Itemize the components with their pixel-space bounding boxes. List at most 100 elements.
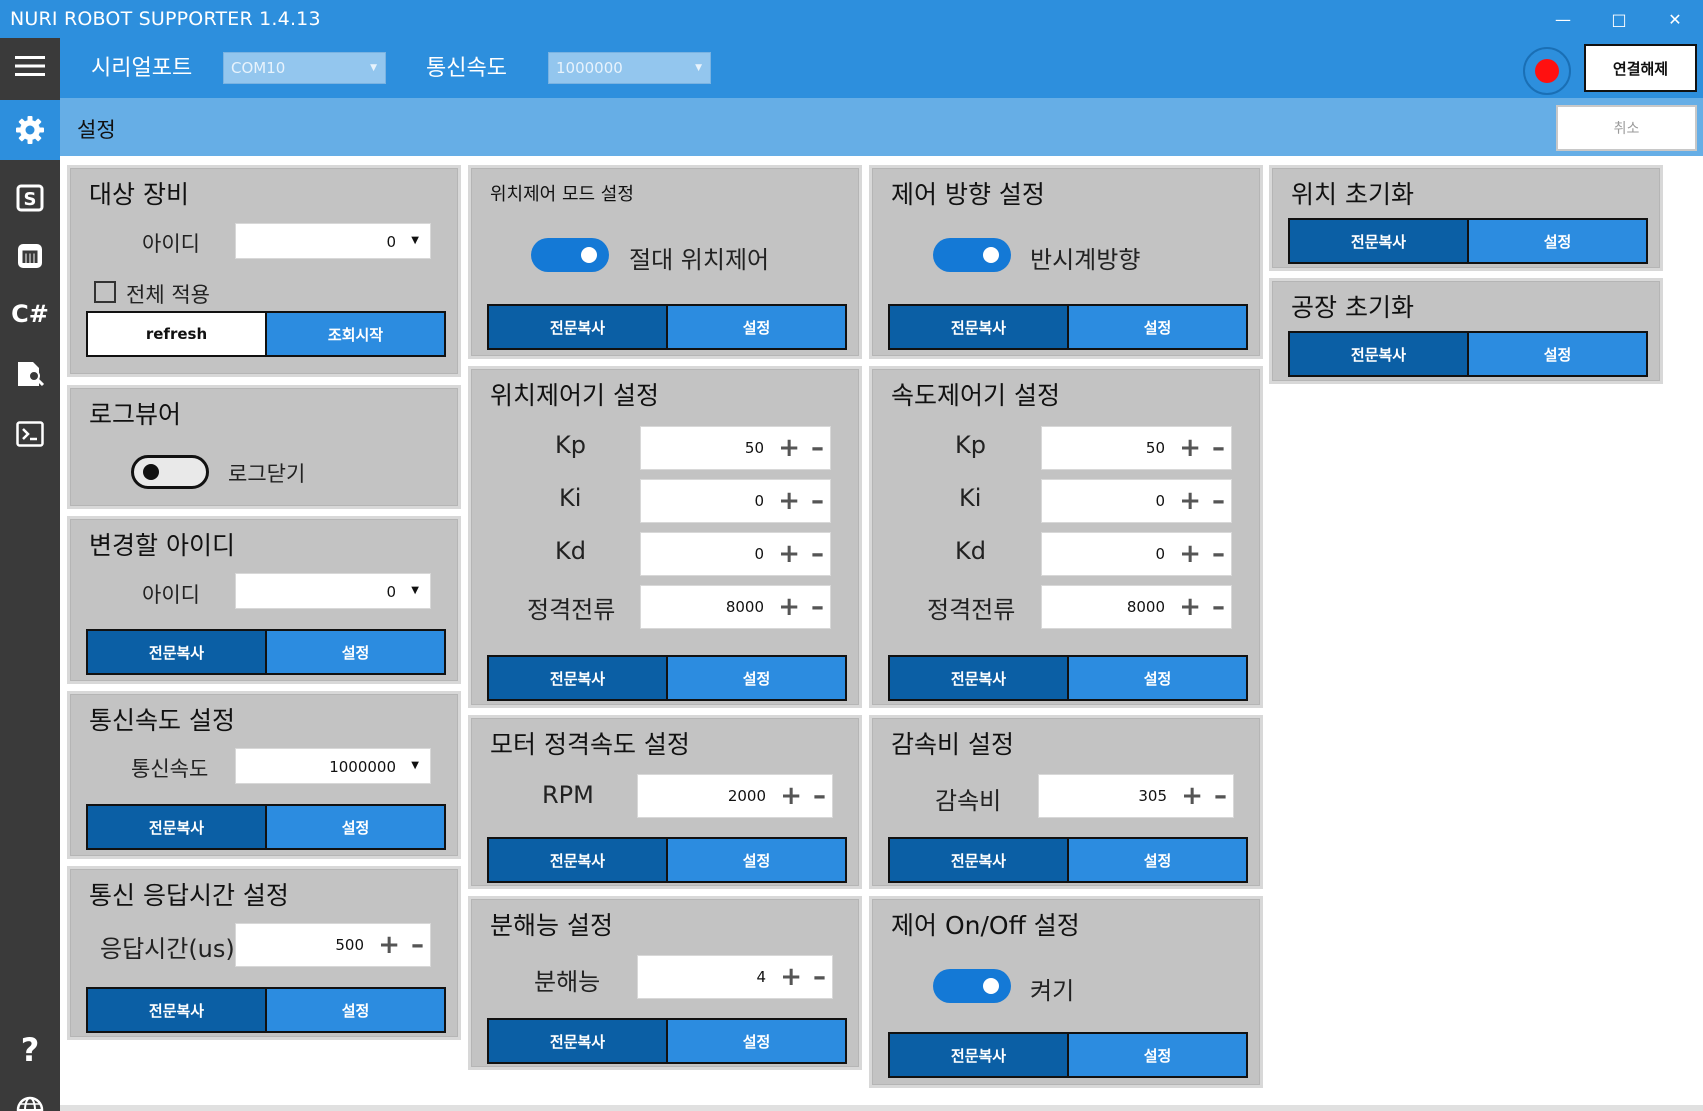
set-button[interactable]: 설정 [1069,657,1246,699]
minus-icon[interactable]: – [1214,781,1227,811]
kd-field[interactable]: 0 + – [640,532,831,576]
set-button[interactable]: 설정 [1069,839,1246,881]
minus-icon[interactable]: – [813,781,826,811]
direction-toggle[interactable] [933,238,1011,272]
set-button[interactable]: 설정 [1469,220,1646,262]
set-button[interactable]: 설정 [668,657,845,699]
minus-icon[interactable]: – [1212,539,1225,569]
resolution-buttons: 전문복사 설정 [487,1018,847,1064]
set-button[interactable]: 설정 [267,989,444,1031]
plus-icon[interactable]: + [1179,539,1201,569]
sidebar: S C# ? [0,38,60,1111]
copy-button[interactable]: 전문복사 [489,1020,668,1062]
set-button[interactable]: 설정 [1069,1034,1246,1076]
kp-field[interactable]: 50 + – [1041,426,1232,470]
copy-button[interactable]: 전문복사 [1290,333,1469,375]
rpm-field[interactable]: 2000 + – [637,774,833,818]
set-button[interactable]: 설정 [267,631,444,673]
change-id-select[interactable]: 0 ▼ [235,573,431,609]
panel-title: 분해능 설정 [490,911,613,940]
minus-icon[interactable]: – [811,539,824,569]
ki-field[interactable]: 0 + – [640,479,831,523]
set-button[interactable]: 설정 [668,839,845,881]
minus-icon[interactable]: – [811,592,824,622]
change-id-panel: 변경할 아이디 아이디 0 ▼ 전문복사 설정 [67,516,461,684]
s-icon[interactable]: S [0,170,60,226]
minus-icon[interactable]: – [813,962,826,992]
record-button[interactable] [1523,47,1571,95]
copy-button[interactable]: 전문복사 [890,1034,1069,1076]
copy-button[interactable]: 전문복사 [1290,220,1469,262]
log-toggle[interactable] [131,455,209,489]
set-button[interactable]: 설정 [668,1020,845,1062]
refresh-button[interactable]: refresh [88,313,267,355]
copy-button[interactable]: 전문복사 [489,657,668,699]
copy-button[interactable]: 전문복사 [489,839,668,881]
baud-select[interactable]: 1000000 ▼ [548,52,711,84]
control-onoff-toggle[interactable] [933,969,1011,1003]
menu-icon[interactable] [0,38,60,94]
rated-current-field[interactable]: 8000 + – [640,585,831,629]
start-query-button[interactable]: 조회시작 [267,313,444,355]
set-button[interactable]: 설정 [1069,306,1246,348]
m-icon[interactable] [0,228,60,284]
ki-label: Ki [559,484,582,512]
plus-icon[interactable]: + [778,539,800,569]
gear-icon[interactable] [0,100,60,160]
minus-icon[interactable]: – [811,486,824,516]
kd-field[interactable]: 0 + – [1041,532,1232,576]
disconnect-button[interactable]: 연결해제 [1584,44,1697,92]
set-button[interactable]: 설정 [267,806,444,848]
plus-icon[interactable]: + [1179,486,1201,516]
copy-button[interactable]: 전문복사 [88,989,267,1031]
plus-icon[interactable]: + [1181,781,1203,811]
globe-icon[interactable] [0,1082,60,1111]
minus-icon[interactable]: – [1212,486,1225,516]
plus-icon[interactable]: + [780,781,802,811]
target-id-select[interactable]: 0 ▼ [235,223,431,259]
help-text: ? [20,1031,40,1069]
close-icon[interactable]: ✕ [1647,0,1703,38]
terminal-icon[interactable] [0,406,60,462]
doc-search-icon[interactable] [0,346,60,402]
copy-button[interactable]: 전문복사 [88,631,267,673]
plus-icon[interactable]: + [778,433,800,463]
panel-title: 대상 장비 [89,180,189,209]
set-button[interactable]: 설정 [668,306,845,348]
connection-bar: 시리얼포트 COM10 ▼ 통신속도 1000000 ▼ [60,38,1703,98]
copy-button[interactable]: 전문복사 [489,306,668,348]
baud-setting-select[interactable]: 1000000 ▼ [235,748,431,784]
cancel-button[interactable]: 취소 [1556,105,1697,151]
gear-ratio-field[interactable]: 305 + – [1038,774,1234,818]
serial-port-select[interactable]: COM10 ▼ [223,52,386,84]
maximize-icon[interactable]: □ [1591,0,1647,38]
set-button[interactable]: 설정 [1469,333,1646,375]
plus-icon[interactable]: + [778,486,800,516]
minimize-icon[interactable]: — [1535,0,1591,38]
plus-icon[interactable]: + [780,962,802,992]
copy-button[interactable]: 전문복사 [890,657,1069,699]
control-onoff-panel: 제어 On/Off 설정 켜기 전문복사 설정 [869,896,1263,1088]
response-time-field[interactable]: 500 + – [235,923,431,967]
plus-icon[interactable]: + [778,592,800,622]
plus-icon[interactable]: + [1179,592,1201,622]
position-mode-toggle[interactable] [531,238,609,272]
kp-field[interactable]: 50 + – [640,426,831,470]
copy-button[interactable]: 전문복사 [88,806,267,848]
id-label: 아이디 [142,232,200,256]
minus-icon[interactable]: – [411,930,424,960]
copy-button[interactable]: 전문복사 [890,839,1069,881]
ki-field[interactable]: 0 + – [1041,479,1232,523]
rated-current-field[interactable]: 8000 + – [1041,585,1232,629]
copy-button[interactable]: 전문복사 [890,306,1069,348]
direction-panel: 제어 방향 설정 반시계방향 전문복사 설정 [869,165,1263,359]
minus-icon[interactable]: – [811,433,824,463]
plus-icon[interactable]: + [1179,433,1201,463]
help-icon[interactable]: ? [0,1022,60,1078]
minus-icon[interactable]: – [1212,592,1225,622]
plus-icon[interactable]: + [378,930,400,960]
csharp-icon[interactable]: C# [0,286,60,342]
apply-all-checkbox[interactable] [94,281,116,303]
minus-icon[interactable]: – [1212,433,1225,463]
resolution-field[interactable]: 4 + – [637,955,833,999]
